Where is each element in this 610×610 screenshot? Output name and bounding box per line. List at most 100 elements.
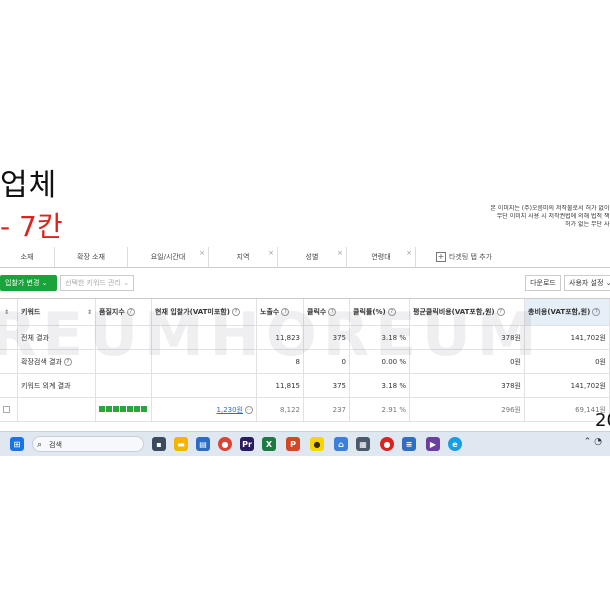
- impressions-cell: 11,815: [257, 374, 304, 397]
- video-icon[interactable]: ▶: [426, 437, 440, 451]
- sort-icon: ⇕: [4, 308, 10, 316]
- header-label: 품질지수: [99, 308, 125, 316]
- bid-cell: [152, 326, 257, 349]
- download-button[interactable]: 다운로드: [525, 275, 561, 291]
- excel-icon[interactable]: X: [262, 437, 276, 451]
- help-icon[interactable]: ?: [592, 308, 601, 316]
- tab-extension-creative[interactable]: 확장 소재: [55, 247, 128, 267]
- add-targeting-tab-button[interactable]: + 타겟팅 탭 추가: [416, 247, 512, 267]
- premiere-icon[interactable]: Pr: [240, 437, 254, 451]
- powerpoint-icon[interactable]: P: [286, 437, 300, 451]
- tab-label: 확장 소재: [77, 253, 105, 261]
- close-icon[interactable]: ×: [199, 247, 205, 263]
- clicks-cell: 375: [304, 374, 350, 397]
- quality-cell: [96, 398, 152, 421]
- row-checkbox-cell[interactable]: [0, 398, 18, 421]
- task-view-icon[interactable]: ▪: [152, 437, 166, 451]
- total-cost-cell: 141,702원: [525, 326, 610, 349]
- bid-cell: 1,230원 ⋯: [152, 398, 257, 421]
- ctr-cell: 3.18 %: [350, 374, 410, 397]
- current-bid-link[interactable]: 1,230원: [217, 405, 243, 415]
- ctr-cell: 2.91 %: [350, 398, 410, 421]
- impressions-cell: 11,823: [257, 326, 304, 349]
- keyword-stats-table: ⇕ 키워드 ⇕ 품질지수? 현재 입찰가(VAT미포함)? 노출수? 클릭수? 클…: [0, 298, 610, 422]
- header-current-bid[interactable]: 현재 입찰가(VAT미포함)?: [152, 299, 257, 325]
- tab-gender[interactable]: 성별 ×: [278, 247, 347, 267]
- clicks-cell: 0: [304, 350, 350, 373]
- calculator-icon[interactable]: ▦: [356, 437, 370, 451]
- folder-icon[interactable]: ▬: [174, 437, 188, 451]
- help-icon[interactable]: ?: [281, 308, 290, 316]
- bid-change-button[interactable]: 입찰가 변경 ⌄: [0, 275, 57, 291]
- help-icon[interactable]: ?: [126, 308, 135, 316]
- header-total-cost[interactable]: 총비용(VAT포함,원)?: [525, 299, 610, 325]
- system-tray[interactable]: ⌃ ◔: [584, 437, 602, 447]
- close-icon[interactable]: ×: [268, 247, 274, 263]
- quality-cell: [96, 350, 152, 373]
- taskbar-search-input[interactable]: ⌕ 검색: [32, 436, 144, 452]
- close-icon[interactable]: ×: [337, 247, 343, 263]
- record-icon[interactable]: ●: [380, 437, 394, 451]
- chevron-up-icon[interactable]: ⌃: [584, 437, 592, 447]
- avg-cpc-cell: 378원: [410, 374, 525, 397]
- slide-title: 업체: [0, 168, 58, 203]
- row-spacer: [0, 326, 18, 349]
- manage-selected-keywords-select[interactable]: 선택한 키워드 관리 ⌄: [60, 275, 134, 291]
- sort-icon: ⇕: [86, 308, 92, 316]
- chrome-icon[interactable]: ●: [218, 437, 232, 451]
- clicks-cell: 237: [304, 398, 350, 421]
- ctr-cell: 3.18 %: [350, 326, 410, 349]
- quality-bar: [134, 405, 140, 412]
- quality-cell: [96, 326, 152, 349]
- windows-taskbar: ⊞ ⌕ 검색 ▪ ▬ ▤ ● Pr X P ● ⌂ ▦ ● ≡ ▶ e ⌃ ◔: [0, 431, 610, 456]
- help-icon[interactable]: ?: [387, 308, 396, 316]
- close-icon[interactable]: ×: [406, 247, 412, 263]
- keyword-cell[interactable]: [18, 398, 96, 421]
- copyright-line: 무단 이미지 사용 시 저작권법에 의해 법적 책임: [496, 213, 610, 220]
- tab-region[interactable]: 지역 ×: [209, 247, 278, 267]
- edit-icon[interactable]: ⋯: [245, 405, 253, 414]
- row-checkbox[interactable]: [3, 406, 10, 413]
- copyright-line: 본 이미지는 (주)오름미의 저작물로서 허가 없이는: [490, 205, 610, 212]
- bid-cell: [152, 350, 257, 373]
- header-label: 평균클릭비용(VAT포함,원): [413, 308, 495, 316]
- clicks-cell: 375: [304, 326, 350, 349]
- header-sort[interactable]: ⇕: [0, 299, 18, 325]
- kakaotalk-icon[interactable]: ●: [310, 437, 324, 451]
- ctr-cell: 0.00 %: [350, 350, 410, 373]
- header-ctr[interactable]: 클릭률(%)?: [350, 299, 410, 325]
- tab-label: 소재: [20, 253, 34, 261]
- help-icon[interactable]: ?: [63, 357, 72, 366]
- row-spacer: [0, 350, 18, 373]
- header-impressions[interactable]: 노출수?: [257, 299, 304, 325]
- network-status-icon[interactable]: ◔: [594, 437, 602, 447]
- windows-icon[interactable]: ⊞: [10, 437, 24, 451]
- page-number: 20: [595, 410, 610, 431]
- header-clicks[interactable]: 클릭수?: [304, 299, 350, 325]
- quality-cell: [96, 374, 152, 397]
- presentation-slide: 업체 - 7칸 본 이미지는 (주)오름미의 저작물로서 허가 없이는 무단 이…: [0, 0, 610, 610]
- header-keyword[interactable]: 키워드 ⇕: [18, 299, 96, 325]
- avg-cpc-cell: 0원: [410, 350, 525, 373]
- tab-creative[interactable]: 소재: [0, 247, 55, 267]
- table-row: 확장검색 결과? 8 0 0.00 % 0원 0원: [0, 350, 610, 374]
- help-icon[interactable]: ?: [496, 308, 505, 316]
- table-row: 1,230원 ⋯ 8,122 237 2.91 % 296원 69,141원: [0, 398, 610, 422]
- network-icon[interactable]: ⌂: [334, 437, 348, 451]
- tab-age[interactable]: 연령대 ×: [347, 247, 416, 267]
- store-icon[interactable]: ▤: [196, 437, 210, 451]
- edge-icon[interactable]: e: [448, 437, 462, 451]
- tab-label: 성별: [305, 253, 319, 261]
- avg-cpc-cell: 378원: [410, 326, 525, 349]
- header-quality[interactable]: 품질지수?: [96, 299, 152, 325]
- help-icon[interactable]: ?: [328, 308, 337, 316]
- tab-day-time[interactable]: 요일/시간대 ×: [128, 247, 209, 267]
- copyright-line: 허가 없는 무단 사용: [565, 221, 610, 228]
- notes-icon[interactable]: ≡: [402, 437, 416, 451]
- user-settings-button[interactable]: 사용자 설정 ⌄: [564, 275, 610, 291]
- quality-bar: [113, 405, 119, 412]
- help-icon[interactable]: ?: [231, 308, 240, 316]
- quality-bar: [99, 405, 105, 412]
- quality-meter: [99, 405, 148, 414]
- header-avg-cpc[interactable]: 평균클릭비용(VAT포함,원)?: [410, 299, 525, 325]
